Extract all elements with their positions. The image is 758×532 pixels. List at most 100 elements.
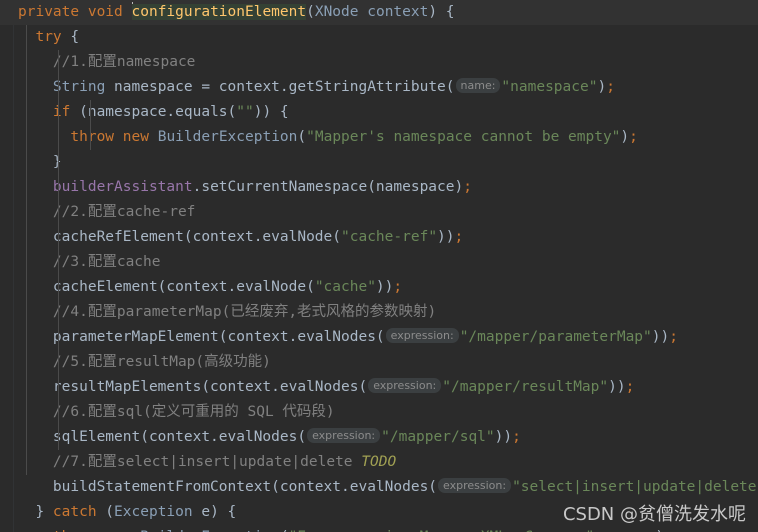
code-token: XNode bbox=[314, 4, 359, 20]
indent-guide bbox=[58, 50, 59, 450]
string-token: "/mapper/resultMap" bbox=[442, 379, 609, 395]
code-token: ( bbox=[96, 504, 115, 520]
code-token: ) { bbox=[428, 4, 455, 20]
code-token: )) bbox=[437, 229, 455, 245]
parameter-hint-badge: name: bbox=[455, 78, 501, 93]
code-token: { bbox=[61, 29, 80, 45]
code-token: )) bbox=[608, 379, 626, 395]
code-line[interactable]: //4.配置parameterMap(已经废弃,老式风格的参数映射) bbox=[0, 300, 758, 325]
code-token: sqlElement(context.evalNodes( bbox=[18, 429, 307, 445]
string-token: "select|insert|update|delete" bbox=[512, 479, 758, 495]
keyword-token: void bbox=[87, 4, 123, 20]
code-line[interactable]: cacheRefElement(context.evalNode("cache-… bbox=[0, 225, 758, 250]
code-token: ; bbox=[669, 329, 678, 345]
keyword-token: catch bbox=[52, 504, 97, 520]
code-token: ; bbox=[629, 129, 638, 145]
comment-token: //6.配置sql(定义可重用的 SQL 代码段) bbox=[18, 404, 335, 420]
code-line[interactable]: cacheElement(context.evalNode("cache")); bbox=[0, 275, 758, 300]
code-token: ; bbox=[625, 379, 635, 395]
code-token: BuilderException bbox=[157, 129, 298, 145]
code-line[interactable]: throw new BuilderException("Mapper's nam… bbox=[0, 125, 758, 150]
code-line[interactable]: builderAssistant.setCurrentNamespace(nam… bbox=[0, 175, 758, 200]
code-token: ) bbox=[597, 79, 607, 95]
code-token: cacheRefElement(context.evalNode( bbox=[18, 229, 342, 245]
indent-guide bbox=[90, 100, 91, 150]
code-token: } bbox=[18, 154, 62, 170]
code-line[interactable]: //3.配置cache bbox=[0, 250, 758, 275]
string-token: "cache-ref" bbox=[341, 229, 438, 245]
code-line[interactable]: //1.配置namespace bbox=[0, 50, 758, 75]
code-token: )) bbox=[494, 429, 513, 445]
string-token: "namespace" bbox=[501, 79, 598, 95]
string-token: "/mapper/sql" bbox=[381, 429, 495, 445]
code-token: Exception bbox=[114, 504, 193, 520]
code-line[interactable]: try { bbox=[0, 25, 758, 50]
code-token: ; bbox=[393, 279, 403, 295]
string-token: "" bbox=[236, 104, 254, 120]
code-line[interactable]: } bbox=[0, 150, 758, 175]
code-token: ; bbox=[512, 429, 521, 445]
code-line[interactable]: //2.配置cache-ref bbox=[0, 200, 758, 225]
code-token: ( bbox=[297, 129, 307, 145]
code-editor-screenshot: private void configurationElement(XNode … bbox=[0, 0, 758, 532]
string-token: "/mapper/parameterMap" bbox=[459, 329, 652, 345]
comment-token: //4.配置parameterMap(已经废弃,老式风格的参数映射) bbox=[18, 304, 437, 320]
code-line[interactable]: //5.配置resultMap(高级功能) bbox=[0, 350, 758, 375]
string-token: "Mapper's namespace cannot be empty" bbox=[306, 129, 621, 145]
code-token: resultMapElements(context.evalNodes( bbox=[18, 379, 368, 395]
code-line[interactable]: private void configurationElement(XNode … bbox=[0, 0, 758, 25]
code-token: ) bbox=[620, 129, 630, 145]
code-token: buildStatementFromContext(context.evalNo… bbox=[18, 479, 438, 495]
code-token: ( bbox=[306, 4, 315, 20]
code-token: )) bbox=[375, 279, 394, 295]
comment-token: //7.配置select|insert|update|delete bbox=[18, 454, 362, 470]
comment-token: //2.配置cache-ref bbox=[18, 204, 196, 220]
parameter-hint-badge: expression: bbox=[385, 328, 459, 343]
code-token: } bbox=[18, 504, 53, 520]
code-line[interactable]: //6.配置sql(定义可重用的 SQL 代码段) bbox=[0, 400, 758, 425]
parameter-hint-badge: expression: bbox=[368, 378, 442, 393]
keyword-token: if bbox=[52, 104, 71, 120]
todo-token: TODO bbox=[361, 454, 397, 470]
csdn-watermark: CSDN @贫僧洗发水呢 bbox=[562, 504, 746, 525]
string-token: "cache" bbox=[314, 279, 376, 295]
code-line[interactable]: sqlElement(context.evalNodes(expression:… bbox=[0, 425, 758, 450]
code-line[interactable]: if (namespace.equals("")) { bbox=[0, 100, 758, 125]
highlighted-identifier: configurationElement bbox=[131, 4, 307, 20]
code-line[interactable]: parameterMapElement(context.evalNodes(ex… bbox=[0, 325, 758, 350]
code-line[interactable]: buildStatementFromContext(context.evalNo… bbox=[0, 475, 758, 500]
code-token: e) { bbox=[192, 504, 237, 520]
parameter-hint-badge: expression: bbox=[438, 478, 512, 493]
code-line[interactable]: //7.配置select|insert|update|delete TODO bbox=[0, 450, 758, 475]
code-token: parameterMapElement(context.evalNodes( bbox=[18, 329, 385, 345]
parameter-hint-badge: expression: bbox=[307, 428, 381, 443]
comment-token: //3.配置cache bbox=[18, 254, 161, 270]
code-line[interactable]: String namespace = context.getStringAttr… bbox=[0, 75, 758, 100]
code-token: )) bbox=[651, 329, 670, 345]
code-token: ; bbox=[606, 79, 615, 95]
code-line[interactable]: resultMapElements(context.evalNodes(expr… bbox=[0, 375, 758, 400]
code-token: )) { bbox=[253, 104, 289, 120]
keyword-token: private bbox=[18, 4, 80, 20]
code-line[interactable]: throw new BuilderException("Error parsin… bbox=[0, 525, 758, 532]
comment-token: //1.配置namespace bbox=[18, 54, 196, 70]
keyword-token: new bbox=[122, 129, 149, 145]
code-token: (namespace.equals( bbox=[70, 104, 237, 120]
comment-token: //5.配置resultMap(高级功能) bbox=[18, 354, 271, 370]
code-area[interactable]: private void configurationElement(XNode … bbox=[0, 0, 758, 532]
code-token: ; bbox=[463, 179, 472, 195]
code-token: String bbox=[52, 79, 106, 95]
code-token: .setCurrentNamespace(namespace) bbox=[192, 179, 464, 195]
code-token: context bbox=[367, 4, 429, 20]
code-token: namespace = context.getStringAttribute( bbox=[105, 79, 455, 95]
code-token: cacheElement(context.evalNode( bbox=[18, 279, 315, 295]
code-token: ; bbox=[454, 229, 464, 245]
keyword-token: throw bbox=[70, 129, 115, 145]
